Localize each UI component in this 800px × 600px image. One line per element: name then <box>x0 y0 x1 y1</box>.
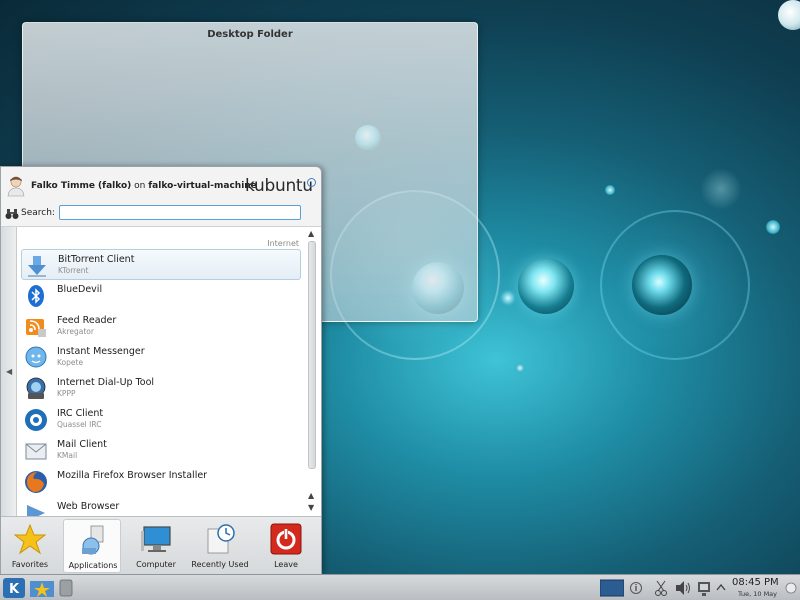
application-list: BitTorrent Client KTorrent BlueDevil Fee… <box>21 249 303 528</box>
star-icon <box>14 523 46 555</box>
tab-applications[interactable]: Applications <box>63 519 121 573</box>
kubuntu-logo: kubuntu <box>245 176 313 196</box>
search-label: Search: <box>21 208 55 218</box>
list-item[interactable]: BlueDevil <box>21 280 301 311</box>
scissors-icon[interactable] <box>654 578 668 598</box>
scroll-up-icon[interactable]: ▲ <box>308 491 314 500</box>
network-icon[interactable] <box>696 578 712 598</box>
wallpaper-bubble <box>518 258 574 314</box>
wallpaper-bubble <box>500 290 516 306</box>
irc-icon <box>25 409 47 431</box>
desktop-toolbox-button[interactable] <box>778 0 800 30</box>
favorites-star-folder-icon[interactable] <box>29 578 55 598</box>
wallpaper-bubble <box>515 363 525 373</box>
scroll-up-icon[interactable]: ▲ <box>308 229 314 238</box>
list-item[interactable]: Mozilla Firefox Browser Installer <box>21 466 301 497</box>
list-item[interactable]: BitTorrent Client KTorrent <box>21 249 301 280</box>
item-subtitle: KTorrent <box>58 266 89 275</box>
item-name: Instant Messenger <box>57 346 145 357</box>
kde-menu-icon[interactable]: K <box>3 578 25 598</box>
monitor-icon <box>141 526 171 552</box>
launcher-header: Falko Timme (falko) on falko-virtual-mac… <box>1 167 321 205</box>
dialup-icon <box>26 377 46 399</box>
scroll-down-icon[interactable]: ▼ <box>308 503 314 512</box>
item-name: BitTorrent Client <box>58 254 135 265</box>
download-arrow-icon <box>28 256 46 277</box>
item-name: Mail Client <box>57 439 107 450</box>
scrollbar-thumb[interactable] <box>308 241 316 469</box>
firefox-icon <box>25 471 47 493</box>
tab-favorites[interactable]: Favorites <box>1 519 59 573</box>
list-item[interactable]: IRC Client Quassel IRC <box>21 404 301 435</box>
item-name: BlueDevil <box>57 284 103 295</box>
search-input[interactable] <box>59 205 301 220</box>
wallpaper-bubble <box>632 255 692 315</box>
back-arrow-icon: ◀ <box>6 367 13 376</box>
desktop-folder-title: Desktop Folder <box>207 29 293 40</box>
pager-icon[interactable] <box>600 578 624 598</box>
item-name: Feed Reader <box>57 315 117 326</box>
wallpaper-bubble <box>605 185 615 195</box>
binoculars-icon <box>5 209 19 219</box>
user-on-text: on <box>134 181 146 191</box>
tab-leave[interactable]: Leave <box>257 519 315 573</box>
svg-text:K: K <box>9 582 20 597</box>
user-info: Falko Timme (falko) on falko-virtual-mac… <box>31 181 257 191</box>
rss-feed-icon <box>26 319 46 337</box>
item-subtitle: Akregator <box>57 327 94 336</box>
user-avatar-icon <box>7 176 25 197</box>
list-scrollbar[interactable]: ▲ ▲ ▼ <box>307 229 317 515</box>
host-name: falko-virtual-machine <box>148 181 257 191</box>
bluetooth-icon <box>28 285 44 307</box>
list-item[interactable]: Instant Messenger Kopete <box>21 342 301 373</box>
applications-icon <box>82 525 104 555</box>
search-bar: Search: <box>1 205 321 225</box>
tab-label: Computer <box>136 560 176 569</box>
item-name: Internet Dial-Up Tool <box>57 377 155 388</box>
tab-label: Recently Used <box>191 560 249 569</box>
device-notifier-icon[interactable] <box>59 578 73 598</box>
list-item[interactable]: Internet Dial-Up Tool KPPP <box>21 373 301 404</box>
recent-documents-icon <box>207 524 235 554</box>
kubuntu-logo-mark-icon <box>307 178 316 187</box>
clock-time[interactable]: 08:45 PM <box>732 577 779 588</box>
tab-label: Leave <box>274 560 298 569</box>
panel-toolbox-icon[interactable] <box>784 578 798 598</box>
list-item[interactable]: Mail Client KMail <box>21 435 301 466</box>
user-display-name: Falko Timme (falko) <box>31 181 132 191</box>
tab-computer[interactable]: Computer <box>127 519 185 573</box>
item-subtitle: KMail <box>57 451 78 460</box>
application-list-panel: ◀ Internet BitTorrent Client KTorrent Bl… <box>1 226 321 521</box>
item-name: Mozilla Firefox Browser Installer <box>57 470 208 481</box>
item-subtitle: Quassel IRC <box>57 420 102 429</box>
volume-icon[interactable] <box>675 578 691 598</box>
item-name: IRC Client <box>57 408 104 419</box>
back-navigation-strip[interactable]: ◀ <box>1 227 17 517</box>
info-icon[interactable] <box>630 578 642 598</box>
item-subtitle: KPPP <box>57 389 76 398</box>
application-launcher-menu: Falko Timme (falko) on falko-virtual-mac… <box>0 166 322 574</box>
list-item[interactable]: Feed Reader Akregator <box>21 311 301 342</box>
launcher-tab-bar: Favorites Applications Computer Recently… <box>1 516 321 574</box>
wallpaper-bubble <box>700 168 742 210</box>
item-subtitle: Kopete <box>57 358 84 367</box>
chevron-up-icon[interactable] <box>716 578 726 598</box>
power-icon <box>270 523 302 555</box>
tab-recently-used[interactable]: Recently Used <box>191 519 249 573</box>
clock-date: Tue, 10 May <box>738 590 778 598</box>
mail-icon <box>25 443 47 460</box>
category-header: Internet <box>267 239 299 248</box>
taskbar-panel: K 08:45 PM Tue, 10 May <box>0 574 800 600</box>
item-name: Web Browser <box>57 501 120 512</box>
wallpaper-bubble <box>766 220 780 234</box>
chat-bubble-icon <box>25 346 47 368</box>
